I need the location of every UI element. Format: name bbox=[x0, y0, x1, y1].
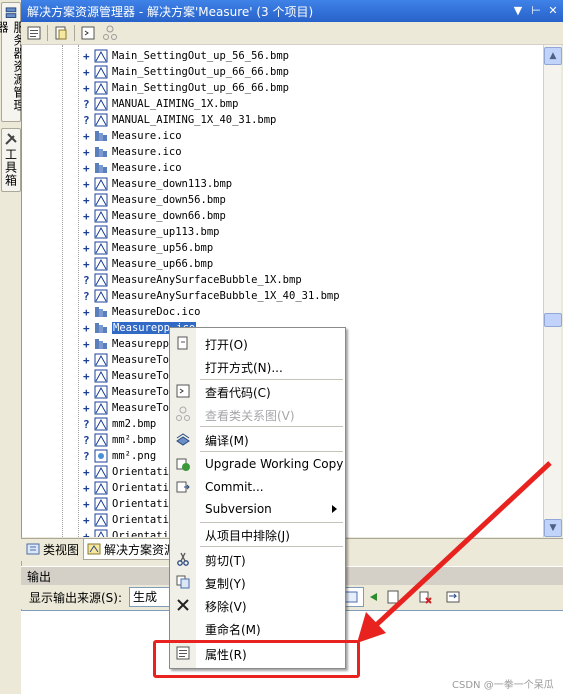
annotation-arrow-overlay bbox=[357, 461, 552, 643]
annotation-arrow-icon bbox=[371, 461, 552, 630]
watermark-text: CSDN @一拳一个呆瓜 bbox=[452, 680, 554, 691]
properties-highlight-box bbox=[153, 640, 360, 678]
